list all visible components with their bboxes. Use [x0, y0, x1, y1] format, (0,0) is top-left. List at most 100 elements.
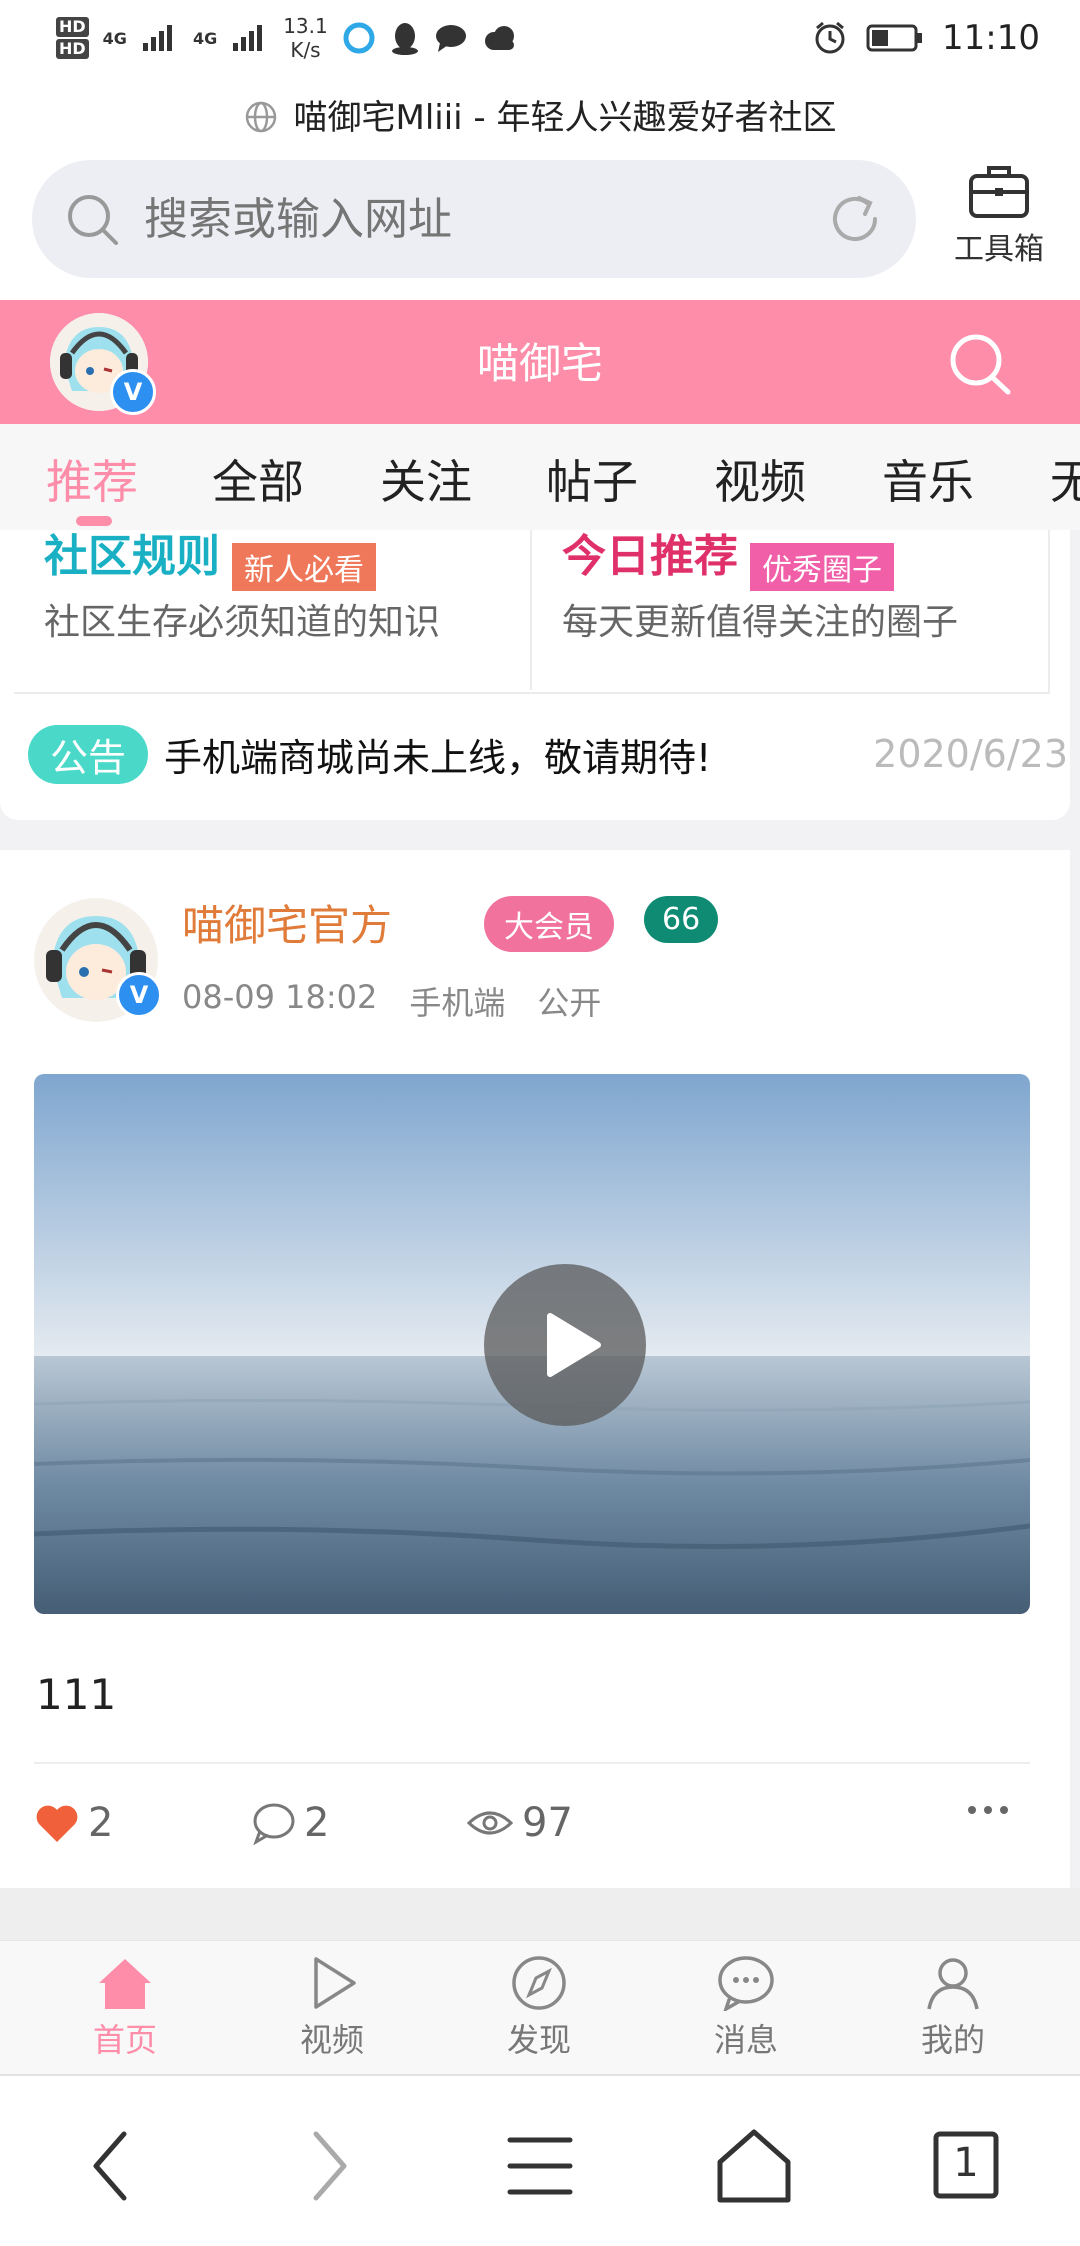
post-video[interactable]	[34, 1074, 1030, 1614]
nav-home-label: 首页	[92, 2021, 157, 2059]
notice-bar[interactable]: 公告 手机端商城尚未上线，敬请期待! 2020/6/23	[28, 724, 1068, 784]
tab-recommend[interactable]: 推荐	[46, 446, 138, 512]
qq-browser-icon	[343, 22, 375, 54]
tab-video[interactable]: 视频	[714, 446, 806, 512]
vip-badge: 大会员	[484, 896, 614, 952]
qq-icon	[391, 23, 418, 55]
net-speed: 13.1 K/s	[283, 14, 328, 62]
feature-desc-today: 每天更新值得关注的圈子	[562, 601, 959, 643]
notice-text: 手机端商城尚未上线，敬请期待!	[164, 735, 712, 780]
feature-title-today: 今日推荐	[562, 531, 738, 582]
nav-me[interactable]: 我的	[893, 1955, 1013, 2061]
header-search-icon[interactable]	[940, 326, 1016, 402]
tab-all[interactable]: 全部	[212, 446, 304, 512]
post-meta: 08-09 18:02 手机端 公开	[182, 978, 601, 1024]
refresh-icon[interactable]	[826, 190, 884, 248]
post-actions: 2 2 97	[34, 1800, 1030, 1860]
search-icon	[68, 195, 118, 245]
comment-count: 2	[304, 1800, 330, 1846]
toolbox-button[interactable]: 工具箱	[944, 160, 1054, 280]
message-icon	[718, 1956, 774, 2011]
tab-more[interactable]: 无	[1050, 446, 1080, 512]
feature-divider-v	[530, 530, 532, 690]
post-author-avatar[interactable]: V	[34, 898, 162, 1022]
like-count: 2	[88, 1800, 114, 1846]
nav-video[interactable]: 视频	[272, 1955, 392, 2061]
status-left: HD HD 4G 4G 13.1 K/s	[56, 14, 518, 62]
post-content: 111	[36, 1670, 117, 1719]
net1-label: 4G	[102, 28, 127, 48]
chat-icon	[435, 25, 466, 52]
notice-date: 2020/6/23	[873, 732, 1068, 776]
tab-music[interactable]: 音乐	[882, 446, 974, 512]
app-title: 喵御宅	[476, 339, 603, 388]
home-button[interactable]	[714, 2126, 794, 2206]
view-count: 97	[522, 1800, 573, 1846]
post-author-name[interactable]: 喵御宅官方	[182, 892, 392, 953]
nav-me-label: 我的	[920, 2021, 985, 2059]
tabs-button[interactable]: 1	[928, 2126, 1008, 2206]
notice-badge: 公告	[28, 724, 149, 784]
feature-community-rules[interactable]: 社区规则 新人必看 社区生存必须知道的知识	[44, 520, 484, 680]
feature-tag-today: 优秀圈子	[750, 542, 894, 591]
globe-icon	[246, 101, 277, 133]
play-button[interactable]	[484, 1264, 646, 1426]
cloud-icon	[484, 26, 514, 50]
net2-label: 4G	[192, 28, 218, 48]
more-button[interactable]	[966, 1800, 1010, 1820]
sim-indicators: HD HD	[56, 17, 89, 59]
back-button[interactable]	[72, 2126, 152, 2206]
page-title-bar[interactable]: 喵御宅Mliii - 年轻人兴趣爱好者社区	[0, 90, 1080, 139]
feature-title-rules: 社区规则	[44, 531, 220, 582]
forward-button[interactable]	[288, 2126, 368, 2206]
more-icon	[968, 1806, 1008, 1814]
url-search-input[interactable]	[142, 192, 826, 246]
comment-icon	[253, 1803, 295, 1845]
alarm-icon	[815, 21, 845, 54]
feature-divider-h	[14, 692, 1050, 694]
feature-today-recommend[interactable]: 今日推荐 优秀圈子 每天更新值得关注的圈子	[562, 520, 1002, 680]
post-visibility: 公开	[537, 984, 602, 1022]
signal2-icon	[233, 25, 263, 51]
play-icon	[547, 1313, 601, 1377]
feature-divider-r	[1048, 530, 1050, 692]
feature-desc-rules: 社区生存必须知道的知识	[44, 601, 441, 643]
browser-toolbar: 1	[0, 2074, 1080, 2246]
comment-button[interactable]: 2	[250, 1800, 329, 1846]
eye-icon	[466, 1811, 514, 1835]
post-time: 08-09 18:02	[182, 978, 378, 1016]
signal-icon	[142, 25, 172, 51]
menu-button[interactable]	[500, 2126, 580, 2206]
nav-discover[interactable]: 发现	[479, 1955, 599, 2061]
sim2-label: HD	[56, 39, 89, 59]
category-tabs: 推荐 全部 关注 帖子 视频 音乐 无	[0, 424, 1080, 530]
url-search-box[interactable]	[32, 160, 916, 278]
tab-posts[interactable]: 帖子	[546, 446, 638, 512]
page-title: 喵御宅Mliii - 年轻人兴趣爱好者社区	[293, 98, 837, 138]
level-badge: 66	[644, 896, 719, 943]
play-icon	[314, 1957, 356, 2009]
app-bottom-nav: 首页 视频 发现 消息 我的	[0, 1940, 1080, 2075]
tab-follow[interactable]: 关注	[380, 446, 472, 512]
heart-icon	[36, 1805, 78, 1842]
post-verified-badge: V	[116, 972, 162, 1018]
compass-icon	[512, 1956, 566, 2010]
status-right: 11:10	[812, 18, 1040, 58]
back-icon	[93, 2131, 127, 2201]
feature-tag-rules: 新人必看	[232, 542, 376, 591]
views-indicator: 97	[466, 1800, 573, 1846]
toolbox-icon	[969, 166, 1029, 218]
nav-home[interactable]: 首页	[65, 1955, 185, 2061]
forward-icon	[313, 2131, 347, 2201]
net-speed-value: 13.1	[283, 14, 328, 38]
battery-icon	[866, 24, 923, 52]
nav-messages-label: 消息	[713, 2021, 778, 2059]
like-button[interactable]: 2	[34, 1800, 113, 1846]
post-platform: 手机端	[409, 984, 506, 1022]
sim1-label: HD	[56, 17, 89, 37]
clock: 11:10	[942, 18, 1040, 58]
nav-messages[interactable]: 消息	[686, 1955, 806, 2061]
tab-count: 1	[953, 2140, 979, 2186]
toolbox-label: 工具箱	[954, 232, 1044, 267]
home-icon	[99, 1959, 151, 2009]
